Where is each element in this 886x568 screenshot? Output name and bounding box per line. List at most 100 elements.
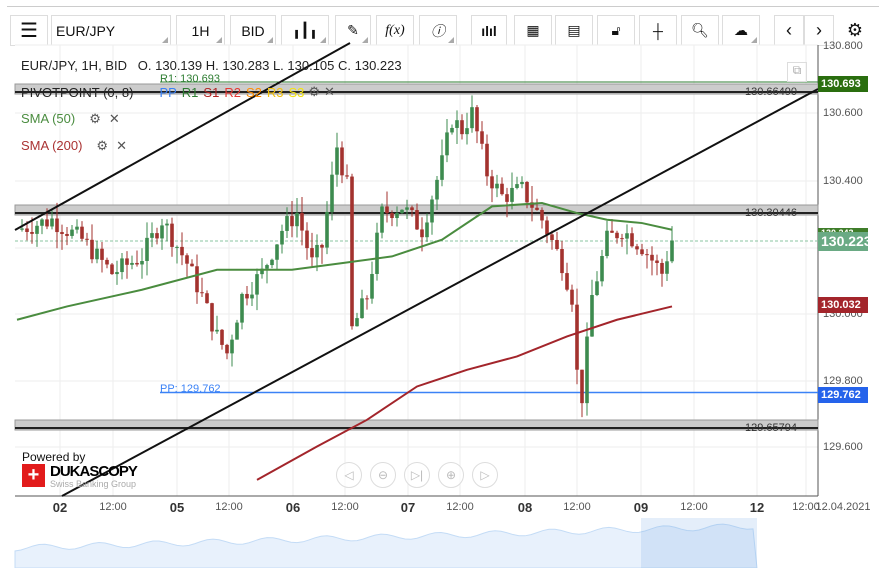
candle-body — [545, 220, 549, 235]
pan-left-button[interactable]: ◁ — [336, 462, 362, 488]
candle-body — [635, 246, 639, 250]
candle-body — [85, 238, 89, 240]
candle-body — [400, 209, 404, 214]
candle-body — [40, 219, 44, 226]
triangle-right-icon: ▷ — [480, 468, 490, 482]
pivot-item[interactable]: R2 — [224, 85, 241, 100]
candle-body — [190, 263, 194, 267]
candle-body — [220, 329, 224, 345]
popout-icon[interactable]: ⧉ — [787, 62, 807, 82]
gear-icon[interactable]: ⚙ — [96, 138, 108, 153]
candle-body — [325, 211, 329, 248]
candle-body — [565, 273, 569, 290]
candle-body — [60, 232, 64, 234]
pivot-item[interactable]: R3 — [267, 85, 284, 100]
candle-body — [645, 254, 649, 256]
close-icon[interactable]: ✕ — [116, 138, 127, 153]
candle-body — [115, 272, 119, 275]
candle-body — [385, 206, 389, 214]
candle-body — [330, 174, 334, 212]
candle-body — [240, 293, 244, 323]
candle-body — [200, 292, 204, 294]
candle-body — [100, 248, 104, 260]
sma50-label: SMA (50) — [21, 111, 76, 126]
pivot-item[interactable]: S3 — [288, 85, 304, 100]
close-icon[interactable]: ✕ — [324, 84, 335, 100]
candle-body — [535, 207, 539, 210]
pp-badge: 129.762 — [818, 387, 868, 403]
time-tick: 08 — [517, 500, 533, 515]
zoom-out-icon: ⊖ — [377, 468, 389, 482]
candle-body — [125, 258, 129, 265]
candle-body — [305, 230, 309, 249]
brand-name: DUKASCOPY — [50, 463, 138, 480]
candle-body — [65, 233, 69, 236]
time-tick: 12:00 — [215, 501, 243, 513]
sma200-badge: 130.032 — [818, 297, 868, 313]
candle-body — [315, 244, 319, 258]
jump-end-button[interactable]: ▷| — [404, 462, 430, 488]
gear-icon[interactable]: ⚙ — [308, 84, 320, 100]
close-icon[interactable]: ✕ — [109, 111, 120, 126]
candle-body — [155, 233, 159, 239]
candle-body — [245, 293, 249, 299]
candle-body — [465, 128, 469, 135]
candle-body — [130, 262, 134, 265]
candle-body — [355, 318, 359, 327]
time-tick: 12:00 — [680, 501, 708, 513]
time-tick: 12:00 — [446, 501, 474, 513]
candle-body — [390, 213, 394, 219]
candle-body — [285, 216, 289, 231]
pivot-item[interactable]: PP — [159, 85, 176, 100]
candle-body — [380, 206, 384, 233]
candle-body — [475, 107, 479, 132]
candle-body — [340, 147, 344, 176]
brand-sub: Swiss Banking Group — [50, 479, 137, 489]
candle-body — [280, 230, 284, 245]
candle-body — [640, 249, 644, 255]
sma200-legend: SMA (200) ⚙ ✕ — [21, 138, 127, 154]
pivot-item[interactable]: S1 — [203, 85, 219, 100]
time-tick: 12:00 — [99, 501, 127, 513]
candle-body — [415, 210, 419, 230]
candle-body — [45, 219, 49, 227]
zoom-out-button[interactable]: ⊖ — [370, 462, 396, 488]
time-tick: 12.04.2021 — [815, 501, 871, 513]
candle-body — [165, 223, 169, 226]
candle-body — [350, 176, 354, 327]
candle-body — [570, 289, 574, 305]
candle-body — [480, 131, 484, 144]
candle-body — [335, 147, 339, 175]
candle-body — [185, 255, 189, 264]
candle-body — [600, 256, 604, 282]
candle-body — [375, 232, 379, 274]
candle-body — [560, 249, 564, 274]
candle-body — [110, 264, 114, 275]
time-tick: 06 — [285, 500, 301, 515]
time-tick: 12:00 — [331, 501, 359, 513]
candle-body — [50, 218, 54, 227]
time-tick: 12:00 — [563, 501, 591, 513]
candle-body — [25, 228, 29, 232]
pivot-item[interactable]: R1 — [182, 85, 199, 100]
candle-body — [515, 184, 519, 188]
candle-body — [205, 293, 209, 304]
gear-icon[interactable]: ⚙ — [89, 111, 101, 126]
pivot-legend: PIVOTPOINT (0, 8) PP R1 S1 R2 S2 R3 S3 ⚙ ✕ — [21, 84, 335, 100]
candle-body — [670, 240, 674, 262]
candle-body — [430, 199, 434, 223]
triangle-left-icon: ◁ — [344, 468, 354, 482]
candle-body — [75, 226, 79, 230]
pan-right-button[interactable]: ▷ — [472, 462, 498, 488]
time-tick: 12 — [749, 500, 765, 515]
candle-body — [520, 181, 524, 185]
time-tick: 07 — [400, 500, 416, 515]
level-mid: 130.30446 — [745, 207, 797, 219]
pivot-item[interactable]: S2 — [246, 85, 262, 100]
pp-label: PP: 129.762 — [160, 383, 221, 395]
price-tick: 130.600 — [823, 107, 863, 119]
candle-body — [170, 223, 174, 247]
candle-body — [655, 260, 659, 263]
candle-body — [665, 261, 669, 274]
zoom-in-button[interactable]: ⊕ — [438, 462, 464, 488]
